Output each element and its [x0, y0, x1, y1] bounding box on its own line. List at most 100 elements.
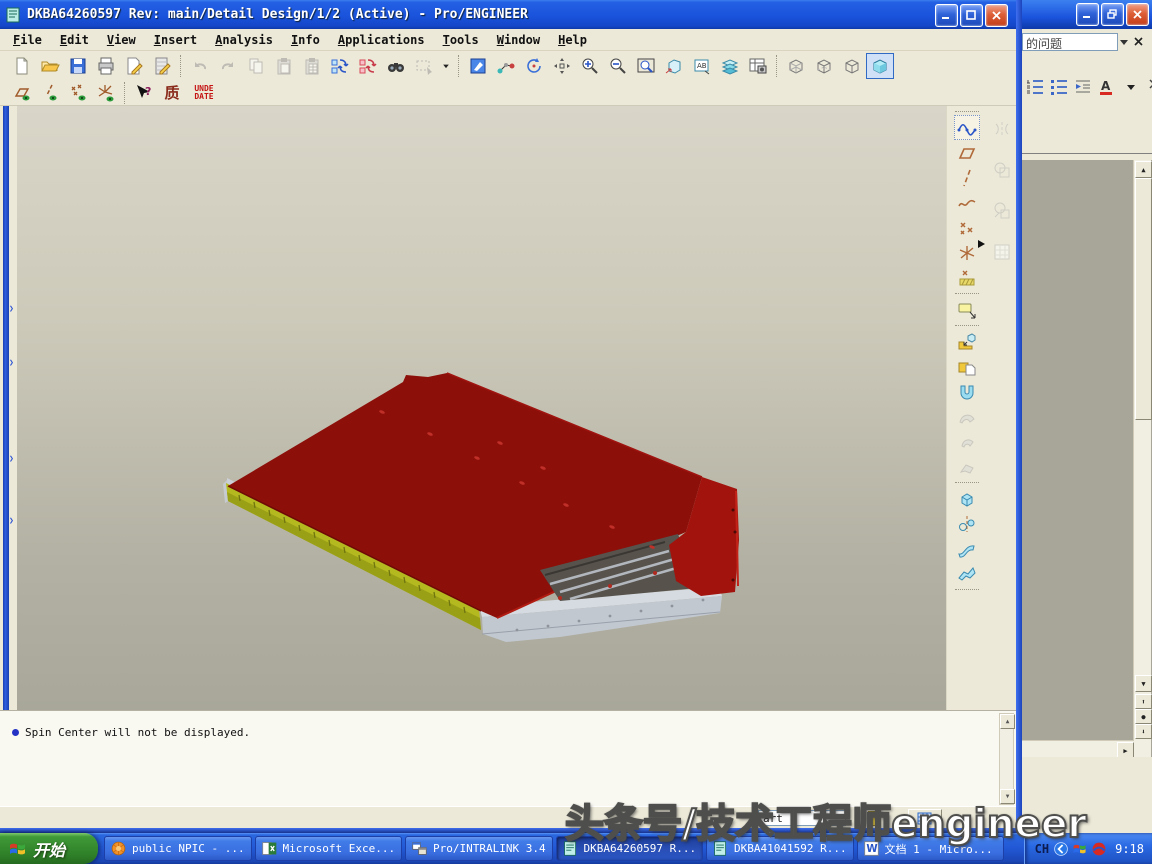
- regenerate-icon[interactable]: [326, 53, 354, 79]
- word-restore-button[interactable]: [1101, 3, 1124, 26]
- zoom-in-icon[interactable]: [576, 53, 604, 79]
- extrude-icon[interactable]: [954, 486, 980, 511]
- windows-flag-icon[interactable]: [1072, 840, 1089, 857]
- datum-plane-icon[interactable]: [8, 80, 36, 106]
- zoom-out-icon[interactable]: [604, 53, 632, 79]
- close-icon[interactable]: [1133, 36, 1144, 47]
- sash-expand-icon[interactable]: ❯: [9, 516, 14, 525]
- quality-button[interactable]: 质: [158, 80, 186, 106]
- view-manager-icon[interactable]: [744, 53, 772, 79]
- proe-window-border[interactable]: [1016, 0, 1022, 833]
- browse-previous-icon[interactable]: ⬆: [1135, 694, 1152, 709]
- revolve-icon[interactable]: [954, 511, 980, 536]
- sash-expand-icon[interactable]: ❯: [9, 304, 14, 313]
- offset-edge-gray-icon[interactable]: [989, 198, 1015, 223]
- chevron-down-icon[interactable]: [1119, 38, 1129, 46]
- minimize-button[interactable]: [935, 4, 958, 27]
- use-edge-gray-icon[interactable]: [989, 157, 1015, 182]
- task-button[interactable]: DKBA41041592 R...: [706, 836, 854, 861]
- menu-insert[interactable]: Insert: [145, 31, 206, 49]
- menu-file[interactable]: File: [4, 31, 51, 49]
- word-minimize-button[interactable]: [1076, 3, 1099, 26]
- mirror-gray-icon[interactable]: [989, 116, 1015, 141]
- selection-filter-input[interactable]: art: [758, 810, 846, 826]
- sweep-icon[interactable]: [954, 536, 980, 561]
- scrollbar-thumb[interactable]: [1135, 178, 1152, 420]
- task-button[interactable]: Microsoft Exce...: [255, 836, 403, 861]
- filter-grid-icon[interactable]: [908, 809, 942, 829]
- scroll-up-icon[interactable]: ▲: [1000, 714, 1015, 729]
- scroll-up-icon[interactable]: ▲: [1135, 161, 1152, 178]
- wireframe-icon[interactable]: [782, 53, 810, 79]
- slot-icon[interactable]: [954, 379, 980, 404]
- task-button[interactable]: DKBA64260597 R...: [556, 836, 704, 861]
- unde-date-button[interactable]: UNDE DATE: [186, 80, 222, 106]
- menu-view[interactable]: View: [98, 31, 145, 49]
- layers-icon[interactable]: [716, 53, 744, 79]
- menu-analysis[interactable]: Analysis: [206, 31, 282, 49]
- task-button[interactable]: Pro/INTRALINK 3.4: [405, 836, 553, 861]
- copy-icon[interactable]: [242, 53, 270, 79]
- sash-expand-icon[interactable]: ❯: [9, 454, 14, 463]
- word-vertical-scrollbar[interactable]: ▲ ▼ ⬆ ● ⬇: [1133, 160, 1151, 757]
- edit-sketch-icon[interactable]: [148, 53, 176, 79]
- style-spline-icon[interactable]: [954, 115, 980, 140]
- bullet-list-icon[interactable]: [1048, 74, 1070, 100]
- datum-axis-icon[interactable]: [36, 80, 64, 106]
- menu-applications[interactable]: Applications: [329, 31, 434, 49]
- menu-tools[interactable]: Tools: [434, 31, 488, 49]
- swept-blend-gray-icon[interactable]: [954, 404, 980, 429]
- pan-zoom-icon[interactable]: [548, 53, 576, 79]
- save-icon[interactable]: [64, 53, 92, 79]
- flyout-arrow-icon[interactable]: [975, 238, 987, 250]
- toolbar-overflow-icon[interactable]: [1144, 74, 1152, 100]
- word-close-button[interactable]: [1126, 3, 1149, 26]
- 3d-viewport[interactable]: [17, 106, 946, 710]
- ask-question-input[interactable]: 的问题: [1022, 33, 1118, 51]
- browse-select-icon[interactable]: ●: [1135, 709, 1152, 724]
- language-expand-icon[interactable]: [1053, 840, 1070, 857]
- named-views-icon[interactable]: AB: [688, 53, 716, 79]
- new-icon[interactable]: [8, 53, 36, 79]
- task-button[interactable]: W文档 1 - Micro...: [857, 836, 1005, 861]
- print-icon[interactable]: [92, 53, 120, 79]
- saved-views-icon[interactable]: [660, 53, 688, 79]
- start-button[interactable]: 开始: [0, 833, 98, 864]
- redo-icon[interactable]: [214, 53, 242, 79]
- scroll-down-icon[interactable]: ▼: [1135, 675, 1152, 692]
- regenerate-set-icon[interactable]: [354, 53, 382, 79]
- blend-path-gray-icon[interactable]: [954, 454, 980, 479]
- create-component-icon[interactable]: [954, 354, 980, 379]
- menu-info[interactable]: Info: [282, 31, 329, 49]
- curve-icon[interactable]: [954, 190, 980, 215]
- scroll-down-icon[interactable]: ▼: [1000, 789, 1015, 804]
- menu-help[interactable]: Help: [549, 31, 596, 49]
- message-scrollbar[interactable]: ▲ ▼: [999, 713, 1014, 805]
- swept-blend-icon[interactable]: [954, 561, 980, 586]
- task-button[interactable]: public NPIC - ...: [104, 836, 252, 861]
- close-button[interactable]: [985, 4, 1008, 27]
- clock[interactable]: 9:18: [1115, 842, 1144, 856]
- datum-point-icon[interactable]: [64, 80, 92, 106]
- ime-indicator[interactable]: CH: [1035, 842, 1049, 856]
- numbered-list-icon[interactable]: [1024, 74, 1046, 100]
- shaded-icon[interactable]: [866, 53, 894, 79]
- no-hidden-icon[interactable]: [838, 53, 866, 79]
- maximize-button[interactable]: [960, 4, 983, 27]
- menu-window[interactable]: Window: [488, 31, 549, 49]
- sash-expand-icon[interactable]: ❯: [9, 358, 14, 367]
- datum-csys-icon[interactable]: [92, 80, 120, 106]
- open-icon[interactable]: [36, 53, 64, 79]
- hatch-point-icon[interactable]: [954, 265, 980, 290]
- paste-icon[interactable]: [270, 53, 298, 79]
- grid-gray-icon[interactable]: [989, 239, 1015, 264]
- note-icon[interactable]: [954, 297, 980, 322]
- paste-special-icon[interactable]: [298, 53, 326, 79]
- sketch-rectangle-icon[interactable]: [954, 140, 980, 165]
- context-help-icon[interactable]: ?: [130, 80, 158, 106]
- font-color-icon[interactable]: A: [1096, 74, 1118, 100]
- spin-center-icon[interactable]: [492, 53, 520, 79]
- assemble-component-icon[interactable]: [954, 329, 980, 354]
- repaint-icon[interactable]: [464, 53, 492, 79]
- orient-icon[interactable]: [520, 53, 548, 79]
